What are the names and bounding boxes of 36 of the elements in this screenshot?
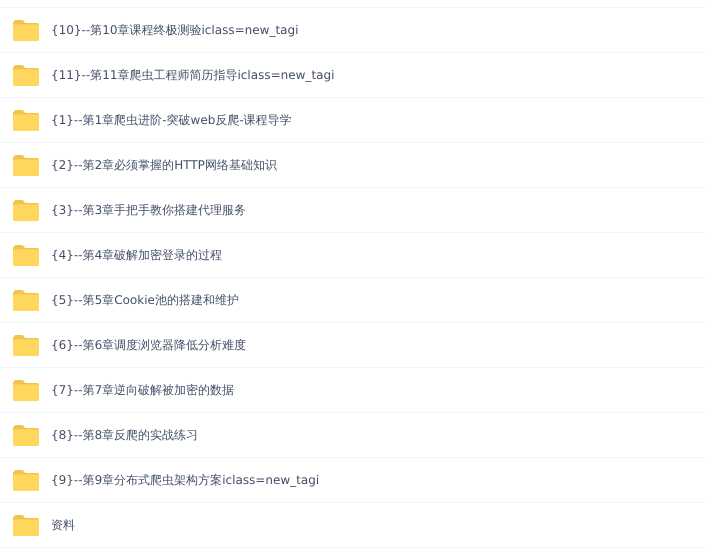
folder-row[interactable]: {5}--第5章Cookie池的搭建和维护 xyxy=(0,278,705,323)
folder-name: {8}--第8章反爬的实战练习 xyxy=(51,426,198,444)
folder-row[interactable]: {6}--第6章调度浏览器降低分析难度 xyxy=(0,323,705,368)
folder-row[interactable]: 资料 xyxy=(0,503,705,548)
folder-icon xyxy=(13,334,39,356)
folder-icon xyxy=(13,290,39,310)
folder-row[interactable]: {8}--第8章反爬的实战练习 xyxy=(0,413,705,458)
folder-icon xyxy=(13,154,39,176)
folder-icon xyxy=(13,64,39,86)
folder-row[interactable]: {7}--第7章逆向破解被加密的数据 xyxy=(0,368,705,413)
folder-name: {3}--第3章手把手教你搭建代理服务 xyxy=(51,202,246,218)
folder-row[interactable]: {11}--第11章爬虫工程师简历指导iclass=new_tagi xyxy=(0,53,705,98)
folder-name: {10}--第10章课程终极测验iclass=new_tagi xyxy=(51,22,298,38)
folder-name: 资料 xyxy=(51,516,75,534)
folder-icon xyxy=(13,200,39,220)
folder-row[interactable]: {1}--第1章爬虫进阶-突破web反爬-课程导学 xyxy=(0,98,705,143)
folder-icon xyxy=(13,514,39,536)
folder-icon xyxy=(13,20,39,40)
folder-name: {7}--第7章逆向破解被加密的数据 xyxy=(51,382,234,398)
folder-name: {1}--第1章爬虫进阶-突破web反爬-课程导学 xyxy=(51,112,292,128)
folder-row[interactable]: {9}--第9章分布式爬虫架构方案iclass=new_tagi xyxy=(0,458,705,503)
folder-name: {4}--第4章破解加密登录的过程 xyxy=(51,246,222,264)
folder-name: {6}--第6章调度浏览器降低分析难度 xyxy=(51,336,246,354)
folder-icon xyxy=(13,380,39,400)
folder-row[interactable]: {10}--第10章课程终极测验iclass=new_tagi xyxy=(0,8,705,53)
folder-row[interactable]: {2}--第2章必须掌握的HTTP网络基础知识 xyxy=(0,143,705,188)
folder-row[interactable]: {3}--第3章手把手教你搭建代理服务 xyxy=(0,188,705,233)
folder-row[interactable]: {4}--第4章破解加密登录的过程 xyxy=(0,233,705,278)
folder-icon xyxy=(13,110,39,130)
folder-icon xyxy=(13,470,39,490)
folder-icon xyxy=(13,424,39,446)
folder-icon xyxy=(13,244,39,266)
folder-name: {9}--第9章分布式爬虫架构方案iclass=new_tagi xyxy=(51,472,320,488)
folder-name: {5}--第5章Cookie池的搭建和维护 xyxy=(51,292,239,308)
folder-name: {2}--第2章必须掌握的HTTP网络基础知识 xyxy=(51,156,277,174)
folder-name: {11}--第11章爬虫工程师简历指导iclass=new_tagi xyxy=(51,66,334,84)
